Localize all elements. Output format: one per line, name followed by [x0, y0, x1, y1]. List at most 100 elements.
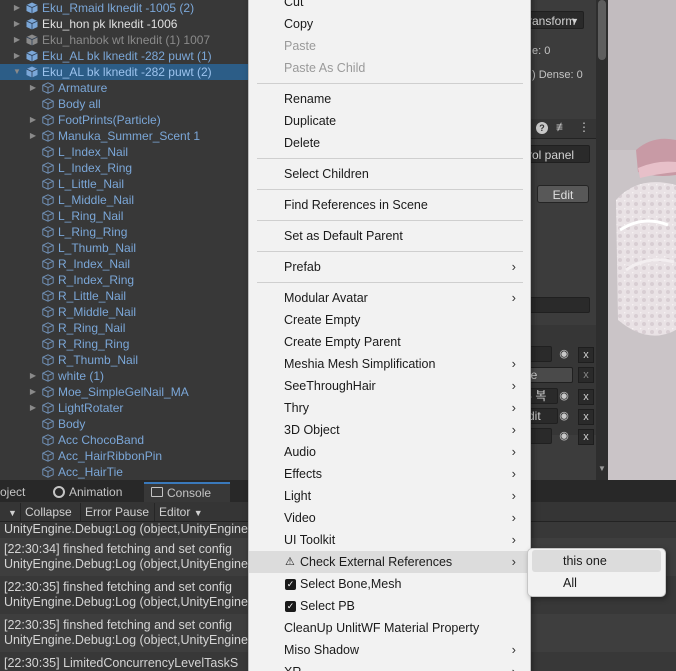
menu-item-seethroughhair[interactable]: SeeThroughHair ›: [249, 375, 530, 397]
hierarchy-row[interactable]: Body: [0, 416, 248, 432]
foldout-closed-icon[interactable]: ▶: [12, 0, 22, 16]
menu-item-miso-shadow[interactable]: Miso Shadow ›: [249, 639, 530, 661]
menu-item-paste[interactable]: Paste: [249, 35, 530, 57]
foldout-closed-icon[interactable]: ▶: [28, 128, 38, 144]
menu-item-create-empty[interactable]: Create Empty: [249, 309, 530, 331]
menu-item-light[interactable]: Light ›: [249, 485, 530, 507]
editor-dropdown[interactable]: Editor ▼: [154, 503, 207, 521]
help-icon[interactable]: ?: [536, 122, 548, 134]
transform-dropdown[interactable]: ransform ▼: [530, 11, 584, 29]
target-icon[interactable]: ◉: [557, 409, 571, 423]
hierarchy-row[interactable]: Acc_HairRibbonPin: [0, 448, 248, 464]
foldout-closed-icon[interactable]: ▶: [12, 48, 22, 64]
foldout-closed-icon[interactable]: ▶: [28, 400, 38, 416]
hierarchy-row[interactable]: L_Ring_Ring: [0, 224, 248, 240]
menu-item-create-empty-parent[interactable]: Create Empty Parent: [249, 331, 530, 353]
ref-field-5[interactable]: [530, 428, 552, 444]
hierarchy-row[interactable]: Acc_HairTie: [0, 464, 248, 480]
menu-item-meshia-mesh-simplification[interactable]: Meshia Mesh Simplification ›: [249, 353, 530, 375]
menu-item-modular-avatar[interactable]: Modular Avatar ›: [249, 287, 530, 309]
menu-item-find-references-in-scene[interactable]: Find References in Scene: [249, 194, 530, 216]
hierarchy-row[interactable]: ▼ Eku_AL bk lknedit -282 puwt (2): [0, 64, 248, 80]
remove-button[interactable]: x: [578, 367, 594, 383]
scrollbar-thumb[interactable]: [598, 0, 606, 60]
foldout-open-icon[interactable]: ▼: [12, 64, 22, 80]
edit-button[interactable]: Edit: [537, 185, 589, 203]
preset-icon[interactable]: ≢: [556, 120, 568, 134]
target-icon[interactable]: ◉: [557, 347, 571, 361]
scene-view[interactable]: [608, 0, 676, 480]
foldout-closed-icon[interactable]: ▶: [28, 80, 38, 96]
inspector-scrollbar[interactable]: ▼: [596, 0, 608, 480]
menu-item-set-as-default-parent[interactable]: Set as Default Parent: [249, 225, 530, 247]
menu-item-rename[interactable]: Rename: [249, 88, 530, 110]
hierarchy-row[interactable]: ▶ LightRotater: [0, 400, 248, 416]
foldout-closed-icon[interactable]: ▶: [28, 368, 38, 384]
menu-item-thry[interactable]: Thry ›: [249, 397, 530, 419]
menu-item-3d-object[interactable]: 3D Object ›: [249, 419, 530, 441]
ref-field-2[interactable]: le: [530, 367, 573, 383]
ref-field-4[interactable]: dit: [530, 408, 558, 424]
menu-item-ui-toolkit[interactable]: UI Toolkit ›: [249, 529, 530, 551]
submenu-item-this-one[interactable]: this one: [532, 550, 661, 572]
scroll-down-icon[interactable]: ▼: [598, 464, 606, 473]
menu-item-audio[interactable]: Audio ›: [249, 441, 530, 463]
hierarchy-row[interactable]: ▶ Moe_SimpleGelNail_MA: [0, 384, 248, 400]
ref-field-1[interactable]: [530, 346, 552, 362]
foldout-closed-icon[interactable]: ▶: [12, 32, 22, 48]
hierarchy-row[interactable]: R_Ring_Ring: [0, 336, 248, 352]
menu-item-select-children[interactable]: Select Children: [249, 163, 530, 185]
hierarchy-row[interactable]: R_Little_Nail: [0, 288, 248, 304]
submenu-item-all[interactable]: All: [532, 572, 661, 594]
foldout-closed-icon[interactable]: ▶: [28, 112, 38, 128]
hierarchy-row[interactable]: ▶ Eku_AL bk lknedit -282 puwt (1): [0, 48, 248, 64]
hierarchy-row[interactable]: Body all: [0, 96, 248, 112]
hierarchy-row[interactable]: ▶ white (1): [0, 368, 248, 384]
tab-console[interactable]: Console: [144, 482, 230, 502]
hierarchy-row[interactable]: ▶ FootPrints(Particle): [0, 112, 248, 128]
menu-item-paste-as-child[interactable]: Paste As Child: [249, 57, 530, 79]
hierarchy-row[interactable]: R_Index_Ring: [0, 272, 248, 288]
control-panel-field[interactable]: rol panel: [530, 145, 590, 163]
hierarchy-row[interactable]: L_Index_Ring: [0, 160, 248, 176]
hierarchy-row[interactable]: R_Ring_Nail: [0, 320, 248, 336]
hierarchy-row[interactable]: ▶ Eku_hanbok wt lknedit (1) 1007: [0, 32, 248, 48]
tab-project[interactable]: oject: [0, 482, 46, 502]
hierarchy-row[interactable]: R_Middle_Nail: [0, 304, 248, 320]
ref-field-3[interactable]: - 복: [530, 388, 558, 404]
menu-item-check-external-references[interactable]: ⚠ Check External References ›: [249, 551, 530, 573]
error-pause-button[interactable]: Error Pause: [80, 503, 153, 521]
menu-item-effects[interactable]: Effects ›: [249, 463, 530, 485]
remove-button[interactable]: x: [578, 389, 594, 405]
menu-item-duplicate[interactable]: Duplicate: [249, 110, 530, 132]
hierarchy-row[interactable]: L_Thumb_Nail: [0, 240, 248, 256]
hierarchy-row[interactable]: R_Index_Nail: [0, 256, 248, 272]
tab-animation[interactable]: Animation: [48, 482, 138, 502]
menu-item-copy[interactable]: Copy: [249, 13, 530, 35]
target-icon[interactable]: ◉: [557, 429, 571, 443]
remove-button[interactable]: x: [578, 429, 594, 445]
hierarchy-row[interactable]: ▶ Manuka_Summer_Scent 1: [0, 128, 248, 144]
hierarchy-row[interactable]: ▶ Eku_Rmaid lknedit -1005 (2): [0, 0, 248, 16]
hierarchy-row[interactable]: L_Middle_Nail: [0, 192, 248, 208]
menu-item-delete[interactable]: Delete: [249, 132, 530, 154]
hierarchy-row[interactable]: L_Little_Nail: [0, 176, 248, 192]
target-icon[interactable]: ◉: [557, 389, 571, 403]
menu-item-prefab[interactable]: Prefab ›: [249, 256, 530, 278]
hierarchy-row[interactable]: ▶ Armature: [0, 80, 248, 96]
menu-item-select-pb[interactable]: ✓ Select PB: [249, 595, 530, 617]
remove-button[interactable]: x: [578, 347, 594, 363]
hierarchy-row[interactable]: L_Ring_Nail: [0, 208, 248, 224]
more-options-icon[interactable]: ⋮: [578, 120, 590, 134]
menu-item-video[interactable]: Video ›: [249, 507, 530, 529]
hierarchy-row[interactable]: L_Index_Nail: [0, 144, 248, 160]
blank-field[interactable]: [530, 297, 590, 313]
hierarchy-row[interactable]: R_Thumb_Nail: [0, 352, 248, 368]
clear-dropdown[interactable]: ▼: [4, 503, 21, 521]
menu-item-xr[interactable]: XR ›: [249, 661, 530, 671]
remove-button[interactable]: x: [578, 409, 594, 425]
menu-item-cut[interactable]: Cut: [249, 0, 530, 13]
menu-item-select-bone-mesh[interactable]: ✓ Select Bone,Mesh: [249, 573, 530, 595]
foldout-closed-icon[interactable]: ▶: [12, 16, 22, 32]
collapse-button[interactable]: Collapse: [20, 503, 76, 521]
